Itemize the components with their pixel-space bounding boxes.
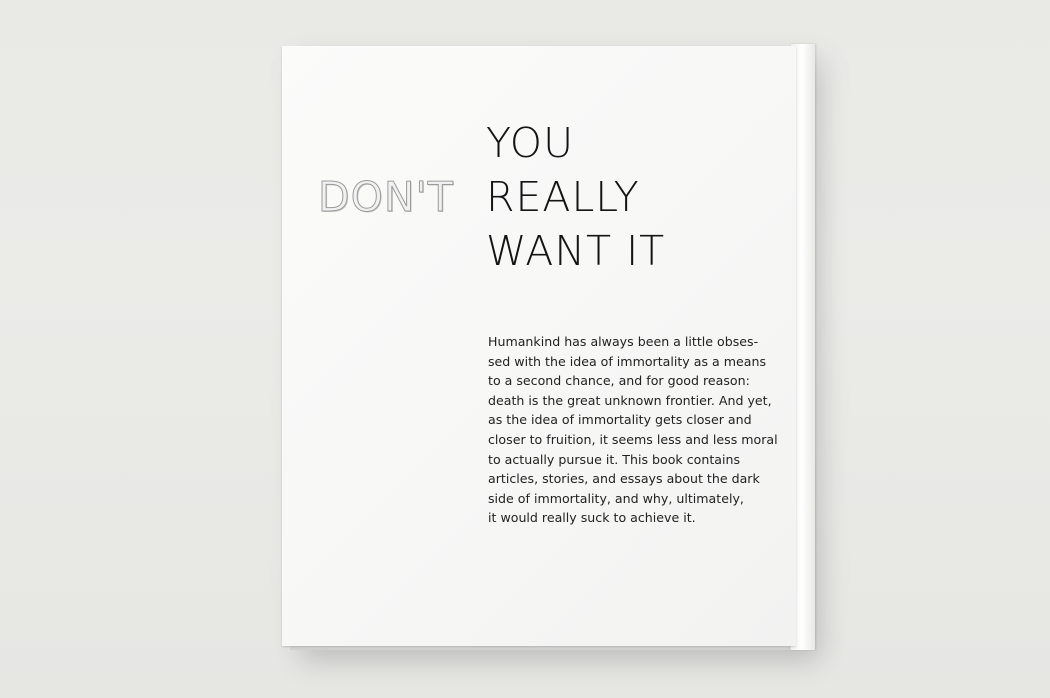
book-title: YOU REALLY WANT IT bbox=[486, 116, 665, 278]
title-line: REALLY bbox=[486, 173, 640, 221]
blurb-line: to actually pursue it. This book contain… bbox=[488, 451, 741, 467]
title-line: YOU bbox=[486, 119, 575, 167]
blurb-line: Humankind has always been a little obses… bbox=[488, 334, 759, 349]
blurb-line: as the idea of immortality gets closer a… bbox=[488, 412, 752, 428]
cutout-word: DON'T bbox=[318, 173, 454, 222]
blurb-line: articles, stories, and essays about the … bbox=[488, 471, 760, 487]
blurb-line: it would really suck to achieve it. bbox=[488, 510, 696, 526]
title-line: WANT IT bbox=[486, 227, 666, 275]
blurb-line: side of immortality, and why, ultimately… bbox=[488, 490, 744, 506]
photo-scene: DON'T YOU REALLY WANT IT Humankind has a… bbox=[0, 0, 1050, 698]
blurb-line: death is the great unknown frontier. And… bbox=[488, 392, 772, 408]
blurb-line: to a second chance, and for good reason: bbox=[488, 373, 750, 389]
blurb-line: closer to fruition, it seems less and le… bbox=[488, 431, 778, 447]
blurb-line: sed with the idea of immortality as a me… bbox=[488, 353, 767, 369]
book-blurb: Humankind has always been a little obses… bbox=[488, 332, 788, 528]
